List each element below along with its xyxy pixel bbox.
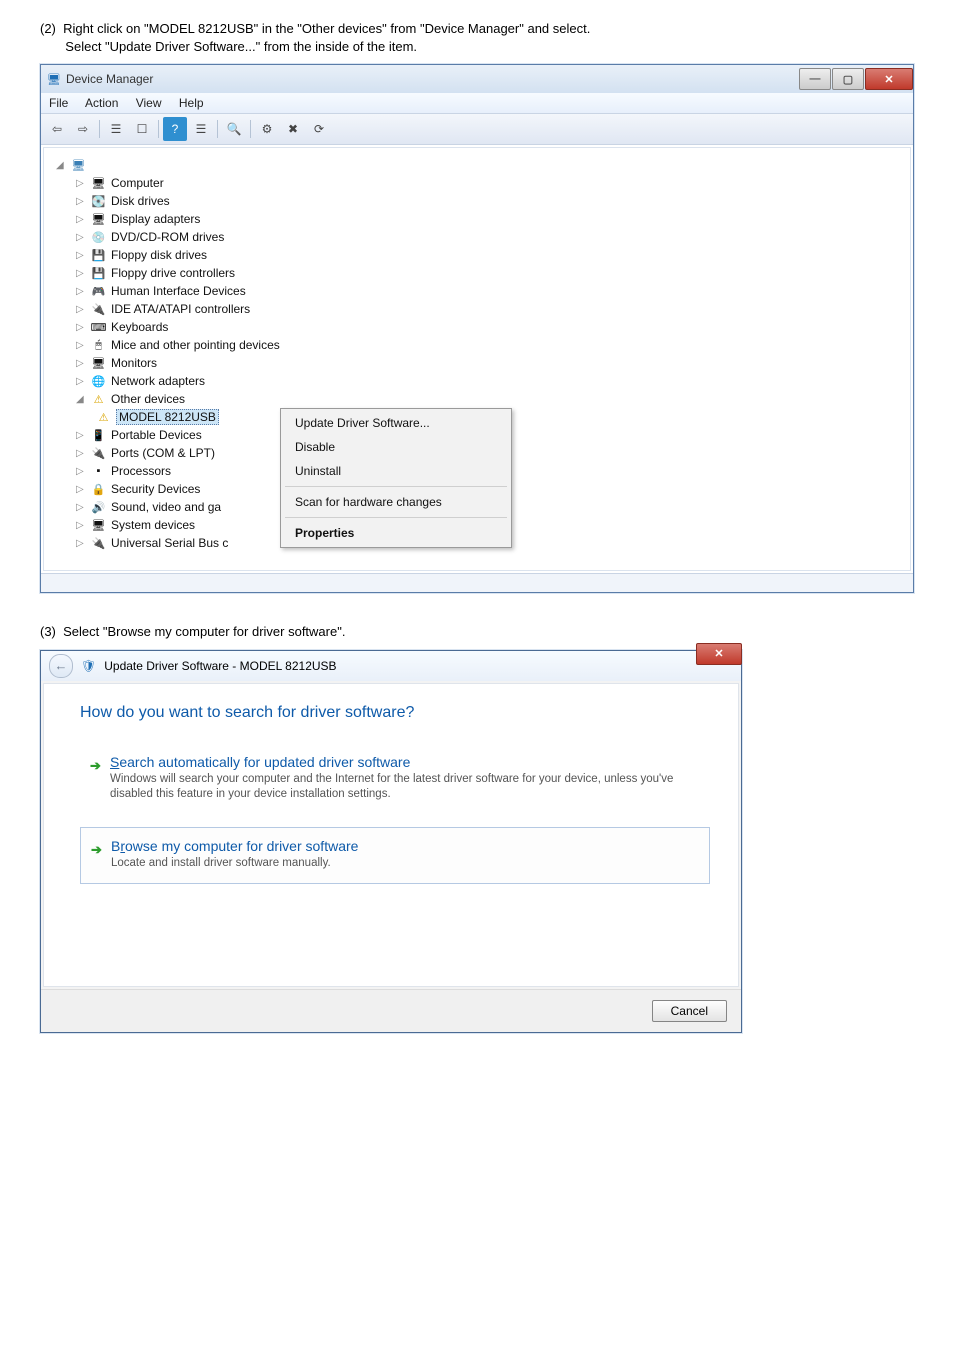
tree-item-keyboards[interactable]: ▷⌨Keyboards — [52, 318, 902, 336]
option-browse[interactable]: ➔ BrBrowse my computer for driver softwa… — [80, 827, 710, 885]
update-driver-dialog: ✕ ← 🛡 Update Driver Software - MODEL 821… — [40, 650, 742, 1034]
step2-text-b: Select "Update Driver Software..." from … — [65, 39, 417, 54]
tree-item-floppy[interactable]: ▷💾Floppy disk drives — [52, 246, 902, 264]
dialog-footer: Cancel — [41, 989, 741, 1032]
devmgr-icon: 🖥 — [47, 73, 61, 86]
close-button[interactable]: ✕ — [865, 68, 913, 90]
dialog-title: Update Driver Software - MODEL 8212USB — [104, 659, 336, 673]
toolbar-icon-1[interactable]: ☰ — [104, 117, 128, 141]
menubar: File Action View Help — [41, 93, 913, 113]
tree-item-other[interactable]: ◢⚠Other devices — [52, 390, 902, 408]
toolbar-icon-6[interactable]: ✖ — [281, 117, 305, 141]
instruction-step-3: (3) Select "Browse my computer for drive… — [40, 623, 914, 641]
forward-icon[interactable]: ⇨ — [71, 117, 95, 141]
tree-item-disk-drives[interactable]: ▷💽Disk drives — [52, 192, 902, 210]
context-disable[interactable]: Disable — [281, 435, 511, 459]
titlebar: 🖥 Device Manager — ▢ ✕ — [41, 65, 913, 93]
tree-item-floppy-ctrl[interactable]: ▷💾Floppy drive controllers — [52, 264, 902, 282]
toolbar-icon-5[interactable]: ⚙ — [255, 117, 279, 141]
tree-item-network[interactable]: ▷🌐Network adapters — [52, 372, 902, 390]
step3-label: (3) — [40, 624, 56, 639]
tree-item-ide[interactable]: ▷🔌IDE ATA/ATAPI controllers — [52, 300, 902, 318]
window-title: Device Manager — [66, 72, 153, 86]
tree-item-hid[interactable]: ▷🎮Human Interface Devices — [52, 282, 902, 300]
cancel-button[interactable]: Cancel — [652, 1000, 727, 1022]
menu-view[interactable]: View — [136, 96, 162, 110]
toolbar-icon-7[interactable]: ⟳ — [307, 117, 331, 141]
tree-item-mice[interactable]: ▷🖱Mice and other pointing devices — [52, 336, 902, 354]
context-separator-2 — [285, 517, 507, 518]
toolbar-icon-2[interactable]: ☐ — [130, 117, 154, 141]
dialog-heading: How do you want to search for driver sof… — [80, 704, 710, 722]
context-uninstall[interactable]: Uninstall — [281, 459, 511, 483]
option-search-auto[interactable]: ➔ SSearch automatically for updated driv… — [80, 744, 710, 815]
context-update-driver[interactable]: Update Driver Software... — [281, 411, 511, 435]
dialog-close-button[interactable]: ✕ — [696, 643, 742, 665]
step2-text-a: Right click on "MODEL 8212USB" in the "O… — [63, 21, 590, 36]
arrow-icon: ➔ — [90, 758, 101, 774]
tree-root[interactable]: ◢ 🖥 — [52, 156, 902, 174]
context-separator-1 — [285, 486, 507, 487]
toolbar: ⇦ ⇨ ☰ ☐ ? ☰ 🔍 ⚙ ✖ ⟳ — [41, 113, 913, 145]
tree-item-display[interactable]: ▷🖥Display adapters — [52, 210, 902, 228]
device-manager-window: 🖥 Device Manager — ▢ ✕ File Action View … — [40, 64, 914, 593]
back-icon[interactable]: ⇦ — [45, 117, 69, 141]
dialog-body: How do you want to search for driver sof… — [43, 683, 739, 988]
toolbar-icon-4[interactable]: 🔍 — [222, 117, 246, 141]
menu-file[interactable]: File — [49, 96, 68, 110]
dialog-titlebar: ← 🛡 Update Driver Software - MODEL 8212U… — [41, 651, 741, 681]
tree-item-monitors[interactable]: ▷🖥Monitors — [52, 354, 902, 372]
context-scan[interactable]: Scan for hardware changes — [281, 490, 511, 514]
option2-title: BrBrowse my computer for driver software… — [111, 838, 697, 854]
statusbar — [41, 573, 913, 592]
option1-title: SSearch automatically for updated driver… — [110, 754, 698, 770]
instruction-step-2: (2) Right click on "MODEL 8212USB" in th… — [40, 20, 914, 56]
collapse-icon: ◢ — [56, 160, 66, 171]
toolbar-icon-3[interactable]: ☰ — [189, 117, 213, 141]
tree-item-dvd[interactable]: ▷💿DVD/CD-ROM drives — [52, 228, 902, 246]
shield-icon: 🛡 — [81, 659, 96, 673]
context-menu: Update Driver Software... Disable Uninst… — [280, 408, 512, 548]
help-icon[interactable]: ? — [163, 117, 187, 141]
context-properties[interactable]: Properties — [281, 521, 511, 545]
arrow-icon: ➔ — [91, 842, 102, 858]
option1-desc: Windows will search your computer and th… — [110, 772, 698, 803]
minimize-button[interactable]: — — [799, 68, 831, 90]
option2-desc: Locate and install driver software manua… — [111, 856, 697, 872]
menu-help[interactable]: Help — [179, 96, 204, 110]
tree-item-computer[interactable]: ▷🖥Computer — [52, 174, 902, 192]
device-tree: ◢ 🖥 ▷🖥Computer ▷💽Disk drives ▷🖥Display a… — [43, 147, 911, 571]
maximize-button[interactable]: ▢ — [832, 68, 864, 90]
step2-label: (2) — [40, 21, 56, 36]
menu-action[interactable]: Action — [85, 96, 118, 110]
step3-text: Select "Browse my computer for driver so… — [63, 624, 345, 639]
dialog-back-button[interactable]: ← — [49, 654, 73, 678]
computer-root-icon: 🖥 — [71, 158, 86, 173]
